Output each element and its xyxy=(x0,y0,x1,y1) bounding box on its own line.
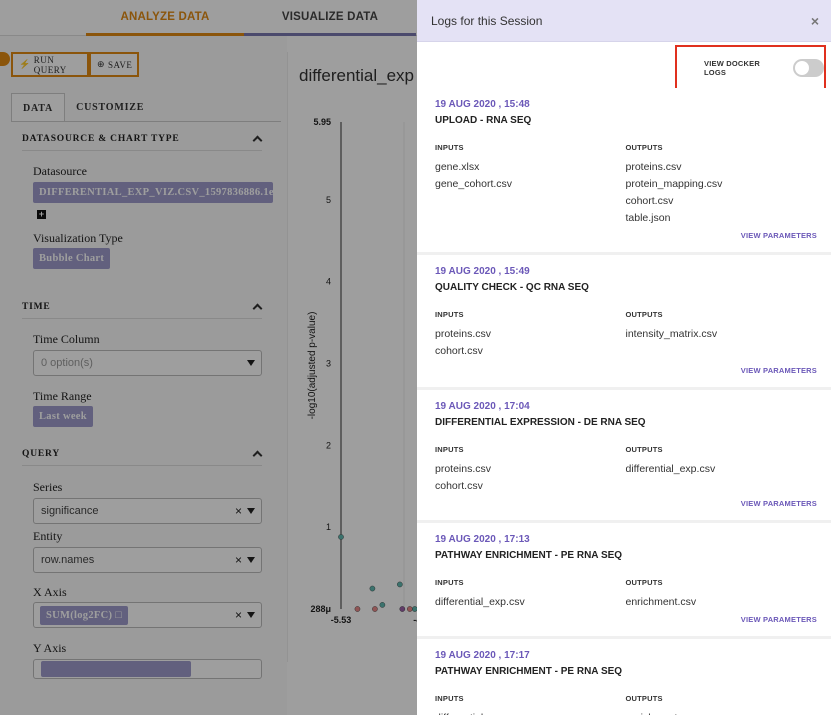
log-io: INPUTS differential_exp.csv OUTPUTS enrichm… xyxy=(435,694,816,715)
log-entry: 19 AUG 2020 , 17:17 PATHWAY ENRICHMENT - … xyxy=(417,639,831,715)
outputs-heading: OUTPUTS xyxy=(625,143,663,152)
inputs-heading: INPUTS xyxy=(435,445,464,454)
output-file: differential_exp.csv xyxy=(625,463,716,475)
view-parameters-link[interactable]: VIEW PARAMETERS xyxy=(741,366,817,375)
inputs-heading: INPUTS xyxy=(435,310,464,319)
outputs-heading: OUTPUTS xyxy=(625,310,663,319)
inputs-heading: INPUTS xyxy=(435,694,464,703)
outputs-column: OUTPUTS enrichment.csv xyxy=(626,578,817,611)
outputs-column: OUTPUTS enrichment.csv xyxy=(626,694,817,715)
log-name: UPLOAD - RNA SEQ xyxy=(435,115,532,126)
input-file: cohort.csv xyxy=(435,345,483,357)
session-logs-panel: Logs for this Session × VIEW DOCKER LOGS… xyxy=(417,0,831,715)
log-io: INPUTS gene.xlsx gene_cohort.csv OUTPUTS pro… xyxy=(435,143,816,227)
log-name: QUALITY CHECK - QC RNA SEQ xyxy=(435,282,589,293)
log-io: INPUTS differential_exp.csv OUTPUTS enrichm… xyxy=(435,578,816,611)
view-parameters-link[interactable]: VIEW PARAMETERS xyxy=(741,615,817,624)
log-io: INPUTS proteins.csv cohort.csv OUTPUTS diffe… xyxy=(435,445,816,495)
log-date: 19 AUG 2020 , 17:17 xyxy=(435,650,530,661)
log-name: DIFFERENTIAL EXPRESSION - DE RNA SEQ xyxy=(435,417,646,428)
input-file: proteins.csv xyxy=(435,463,492,475)
output-file: table.json xyxy=(625,212,671,224)
inputs-column: INPUTS gene.xlsx gene_cohort.csv xyxy=(435,143,626,227)
output-file: proteins.csv xyxy=(625,161,682,173)
log-list: 19 AUG 2020 , 15:48 UPLOAD - RNA SEQ INPUT… xyxy=(417,88,831,715)
log-entry: 19 AUG 2020 , 15:48 UPLOAD - RNA SEQ INPUT… xyxy=(417,88,831,252)
log-date: 19 AUG 2020 , 17:13 xyxy=(435,534,530,545)
log-io: INPUTS proteins.csv cohort.csv OUTPUTS inten… xyxy=(435,310,816,360)
output-file: enrichment.csv xyxy=(626,710,817,715)
outputs-column: OUTPUTS proteins.csv protein_mapping.csvco… xyxy=(626,143,817,227)
output-file: cohort.csv xyxy=(625,195,674,207)
log-entry: 19 AUG 2020 , 17:04 DIFFERENTIAL EXPRESSI… xyxy=(417,390,831,520)
inputs-heading: INPUTS xyxy=(435,143,464,152)
inputs-column: INPUTS differential_exp.csv xyxy=(435,694,626,715)
docker-logs-toggle[interactable] xyxy=(792,59,824,77)
view-parameters-link[interactable]: VIEW PARAMETERS xyxy=(741,231,817,240)
input-file: gene_cohort.csv xyxy=(435,178,513,190)
log-name: PATHWAY ENRICHMENT - PE RNA SEQ xyxy=(435,666,623,677)
input-file: gene.xlsx xyxy=(435,161,480,173)
log-date: 19 AUG 2020 , 15:48 xyxy=(435,99,530,110)
toggle-knob xyxy=(794,61,809,75)
panel-title: Logs for this Session xyxy=(431,13,543,28)
outputs-column: OUTPUTS intensity_matrix.csv xyxy=(626,310,817,360)
modal-backdrop[interactable] xyxy=(0,0,417,715)
log-name: PATHWAY ENRICHMENT - PE RNA SEQ xyxy=(435,550,623,561)
outputs-heading: OUTPUTS xyxy=(625,694,663,703)
output-file: protein_mapping.csv xyxy=(625,178,723,190)
inputs-column: INPUTS proteins.csv cohort.csv xyxy=(435,310,626,360)
inputs-column: INPUTS differential_exp.csv xyxy=(435,578,626,611)
outputs-heading: OUTPUTS xyxy=(625,445,663,454)
log-entry: 19 AUG 2020 , 17:13 PATHWAY ENRICHMENT - … xyxy=(417,523,831,636)
outputs-heading: OUTPUTS xyxy=(625,578,663,587)
outputs-column: OUTPUTS differential_exp.csv xyxy=(626,445,817,495)
inputs-column: INPUTS proteins.csv cohort.csv xyxy=(435,445,626,495)
inputs-heading: INPUTS xyxy=(435,578,464,587)
input-file: differential_exp.csv xyxy=(435,596,525,608)
docker-toggle-row: VIEW DOCKER LOGS xyxy=(417,42,831,91)
docker-toggle-label: VIEW DOCKER LOGS xyxy=(704,59,760,77)
log-date: 19 AUG 2020 , 15:49 xyxy=(435,266,530,277)
input-file: proteins.csv xyxy=(435,328,492,340)
panel-header: Logs for this Session × xyxy=(417,0,831,42)
input-file: cohort.csv xyxy=(435,480,483,492)
output-file: enrichment.csv xyxy=(625,596,697,608)
docker-toggle-highlight: VIEW DOCKER LOGS xyxy=(675,45,826,91)
close-icon[interactable]: × xyxy=(811,13,819,29)
log-entry: 19 AUG 2020 , 15:49 QUALITY CHECK - QC RN… xyxy=(417,255,831,387)
input-file: differential_exp.csv xyxy=(435,710,626,715)
log-date: 19 AUG 2020 , 17:04 xyxy=(435,401,530,412)
output-file: intensity_matrix.csv xyxy=(625,328,718,340)
view-parameters-link[interactable]: VIEW PARAMETERS xyxy=(741,499,817,508)
